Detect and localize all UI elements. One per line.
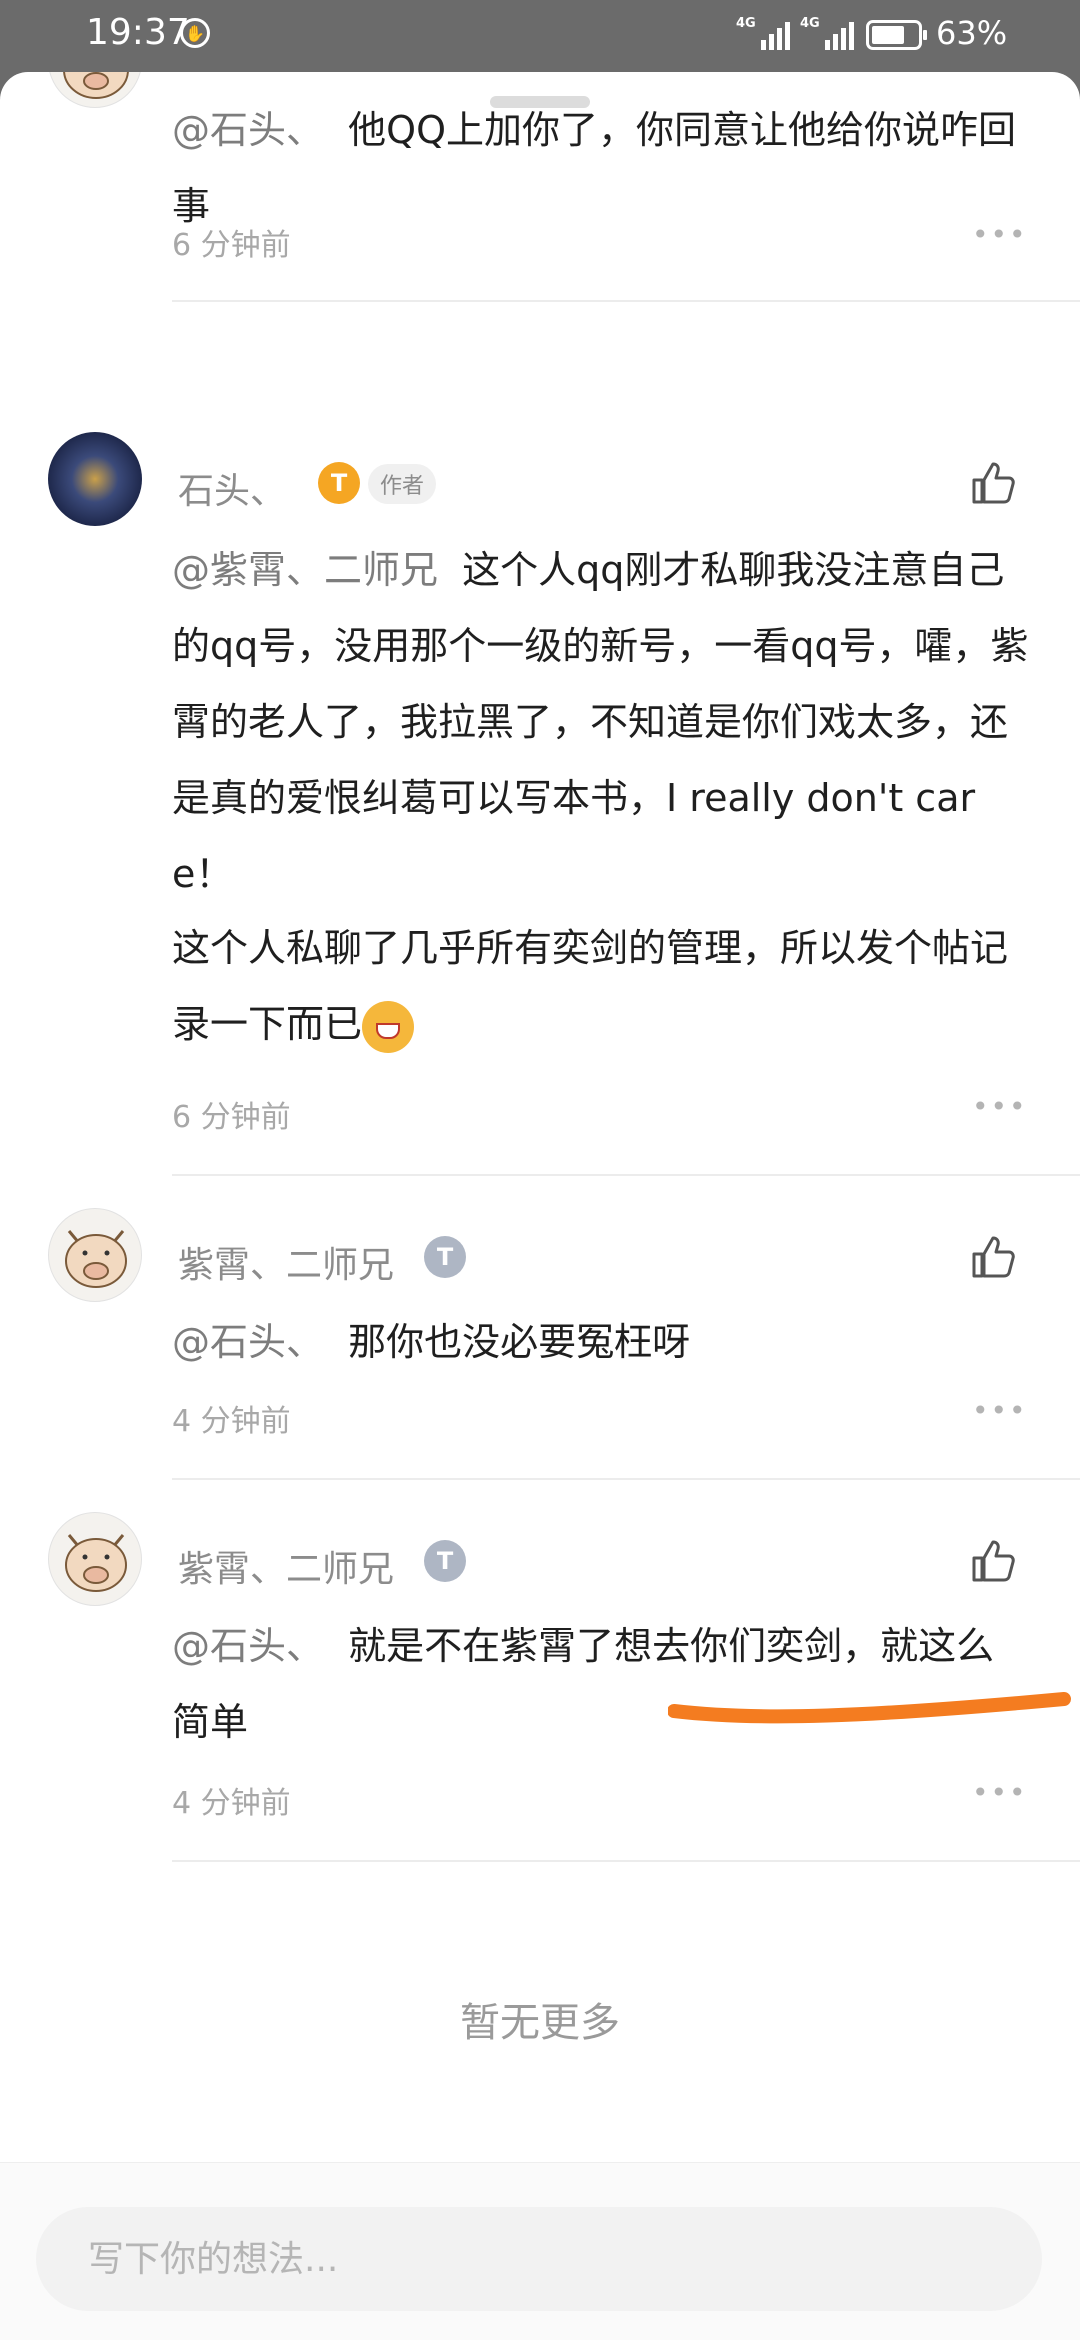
comment-body: @紫霄、二师兄 这个人qq刚才私聊我没注意自己的qq号，没用那个一级的新号，一看… (172, 548, 1029, 896)
like-icon[interactable] (968, 1232, 1018, 1282)
comment-time: 4 分钟前 (172, 1404, 291, 1439)
divider (172, 1478, 1080, 1480)
commenter-name[interactable]: 石头、 (178, 462, 286, 514)
no-more-label: 暂无更多 (460, 2000, 620, 2046)
comment-time: 6 分钟前 (172, 228, 291, 263)
level-badge-icon: T (424, 1236, 466, 1278)
signal-icon-2: 4G (800, 16, 854, 50)
commenter-name[interactable]: 紫霄、二师兄 (178, 1540, 394, 1592)
status-time: 19:37 (86, 12, 190, 53)
more-options-icon[interactable]: ••• (972, 1394, 1028, 1427)
comment-input[interactable] (36, 2207, 1042, 2311)
divider (172, 300, 1080, 302)
signal-icon: 4G (736, 16, 790, 50)
author-tag: 作者 (368, 464, 437, 504)
comment-input-bar (0, 2162, 1080, 2340)
more-options-icon[interactable]: ••• (972, 1090, 1028, 1123)
status-bar: 19:37 ✋ 4G 4G 63% (0, 0, 1080, 72)
like-icon[interactable] (968, 1536, 1018, 1586)
comment-body: @石头、 那你也没必要冤枉呀 (172, 1320, 691, 1364)
divider (172, 1174, 1080, 1176)
battery-icon (866, 20, 927, 50)
comment-body: @石头、 他QQ上加你了，你同意让他给你说咋回事 (172, 108, 1016, 228)
like-icon[interactable] (968, 458, 1018, 508)
avatar[interactable] (48, 432, 142, 526)
battery-percent: 63% (936, 14, 1008, 52)
grin-emoji-icon (362, 1000, 415, 1053)
comments-sheet: @石头、 他QQ上加你了，你同意让他给你说咋回事 6 分钟前 ••• 石头、 T… (0, 72, 1080, 2340)
comment-body: @石头、 就是不在紫霄了想去你们奕剑，就这么简单 (172, 1624, 995, 1744)
divider (172, 1860, 1080, 1862)
avatar[interactable] (48, 1208, 142, 1302)
comment-body-continued: 这个人私聊了几乎所有奕剑的管理，所以发个帖记录一下而已 (172, 910, 1032, 1062)
comment-time: 4 分钟前 (172, 1786, 291, 1821)
avatar[interactable] (48, 1512, 142, 1606)
comment-time: 6 分钟前 (172, 1100, 291, 1135)
more-options-icon[interactable]: ••• (972, 1776, 1028, 1809)
avatar[interactable] (48, 72, 142, 108)
level-badge-icon: T (424, 1540, 466, 1582)
more-options-icon[interactable]: ••• (972, 218, 1028, 251)
level-badge-icon: T (318, 462, 360, 504)
orange-annotation-stroke (668, 1692, 1071, 1724)
commenter-name[interactable]: 紫霄、二师兄 (178, 1236, 394, 1288)
gesture-icon: ✋ (180, 18, 210, 48)
